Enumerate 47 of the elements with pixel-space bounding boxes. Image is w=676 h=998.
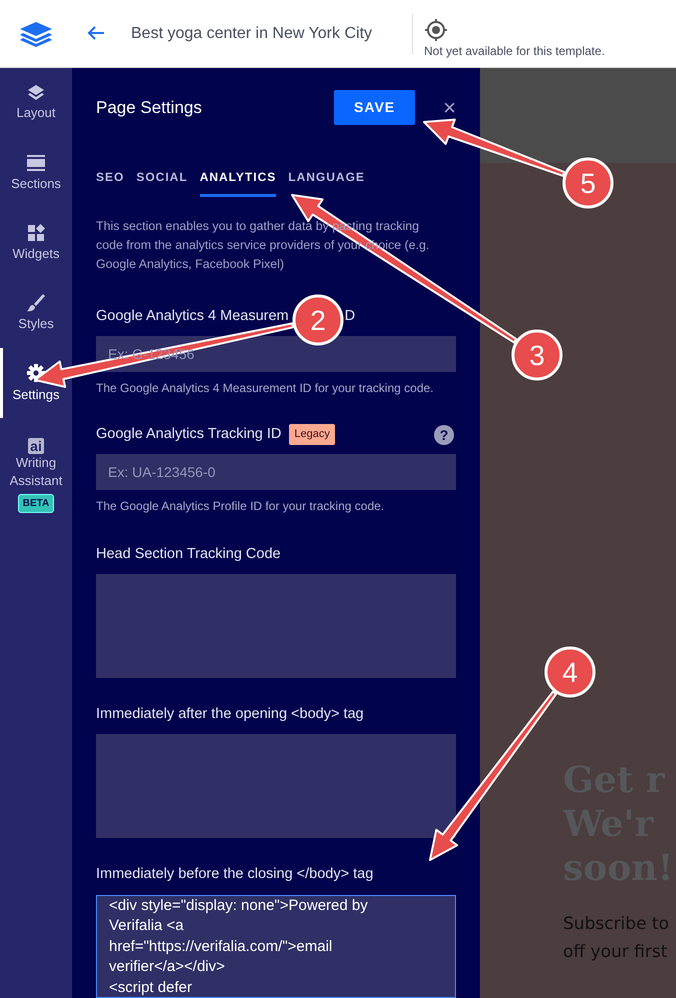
field-label: Immediately after the opening <body> tag: [96, 704, 364, 724]
logo-icon: [19, 20, 53, 46]
close-button[interactable]: ×: [443, 96, 456, 118]
widgets-icon: [27, 224, 45, 242]
ai-icon: ai: [28, 438, 44, 454]
field-label: Google Analytics Tracking ID: [96, 424, 282, 444]
save-button[interactable]: SAVE: [334, 90, 416, 125]
brush-icon: [26, 293, 46, 312]
help-text: The Google Analytics 4 Measurement ID for your tracking code.: [96, 380, 434, 396]
tab[interactable]: SEO: [96, 168, 124, 197]
help-text: The Google Analytics Profile ID for your tracking code.: [96, 498, 386, 514]
tab[interactable]: ANALYTICS: [200, 168, 276, 197]
sidebar-item[interactable]: Sections: [0, 138, 72, 208]
status-text: Not yet available for this template.: [424, 42, 605, 60]
callout-number: 4: [562, 657, 578, 688]
help-icon: ?: [434, 424, 454, 445]
callout-marker: [562, 158, 614, 208]
tab[interactable]: SOCIAL: [136, 168, 188, 197]
code-field[interactable]: [96, 734, 456, 838]
target-icon: [424, 18, 448, 42]
page-title: Best yoga center in New York City: [131, 24, 372, 44]
callout-number: 2: [310, 305, 326, 336]
sidebar-item[interactable]: Styles: [0, 278, 72, 348]
field-label: Head Section Tracking Code: [96, 544, 281, 564]
tab[interactable]: LANGUAGE: [288, 168, 365, 197]
sidebar-item[interactable]: Layout: [0, 68, 72, 138]
sections-icon: [26, 154, 46, 172]
callout-marker: [544, 646, 596, 698]
preview-text: Subscribe to: [563, 913, 670, 936]
legacy-tag: Legacy: [289, 424, 335, 445]
text-field[interactable]: Ex: UA-123456-0: [96, 454, 456, 490]
preview-text: off your first: [563, 941, 668, 964]
field-label: Google Analytics 4 Measurem: [96, 307, 289, 326]
callout-marker: [292, 294, 344, 346]
code-field[interactable]: [96, 574, 456, 678]
panel-title: Page Settings: [96, 96, 202, 119]
field-label: D: [344, 307, 356, 326]
layers-icon: [27, 84, 45, 101]
sidebar-item[interactable]: Settings: [0, 348, 72, 418]
beta-badge: BETA: [18, 494, 54, 512]
callout-number: 5: [580, 168, 596, 199]
callout-number: 3: [529, 340, 545, 371]
sidebar-item[interactable]: ai Writing Assistant BETA: [0, 418, 72, 523]
code-field[interactable]: <div style="display: none">Powered by Verifalia <a href="https://verifalia.com/">email verifier</a></div> <script defer: [96, 894, 456, 998]
callout-marker: [512, 330, 562, 380]
field-label: Immediately before the closing </body> tag: [96, 864, 374, 884]
sidebar-item[interactable]: Widgets: [0, 208, 72, 278]
